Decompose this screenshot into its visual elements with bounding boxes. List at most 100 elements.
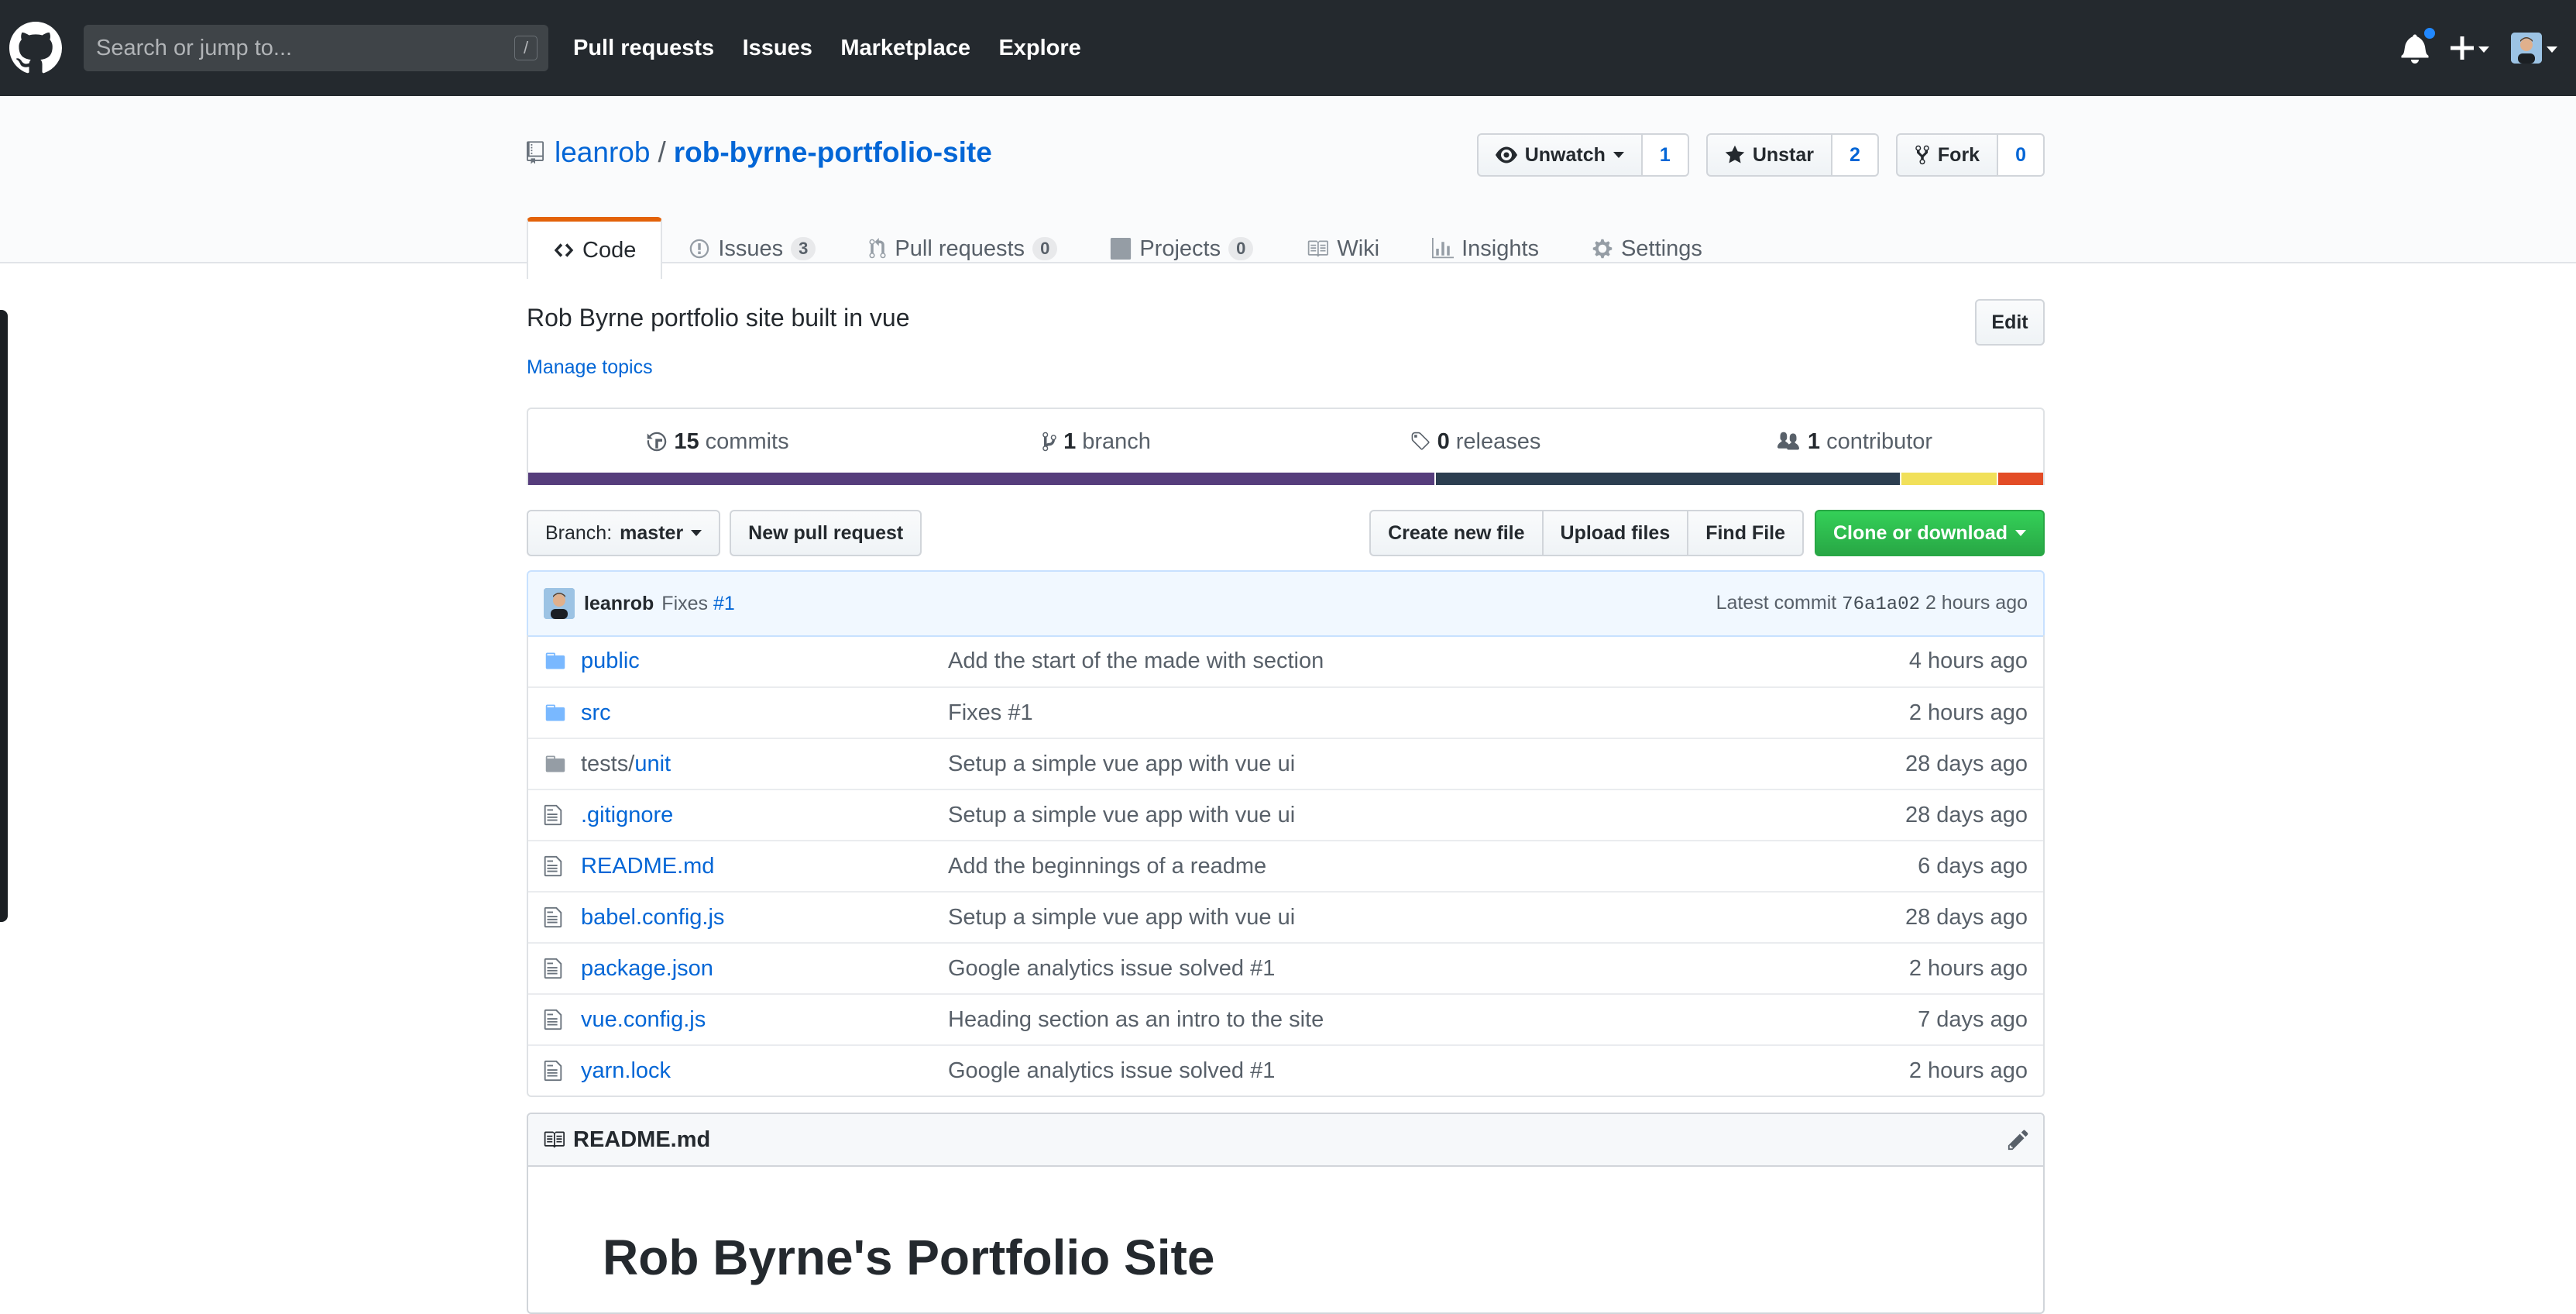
file-commit-message[interactable]: Add the start of the made with section: [948, 648, 1909, 674]
nav-pull-requests[interactable]: Pull requests: [573, 36, 714, 60]
file-name-link[interactable]: vue.config.js: [581, 1007, 706, 1032]
file-commit-message[interactable]: Fixes #1: [948, 700, 1909, 726]
tab-insights[interactable]: Insights: [1406, 217, 1565, 279]
code-icon: [554, 243, 574, 257]
user-menu[interactable]: [2511, 33, 2557, 64]
file-name-link[interactable]: unit: [634, 752, 671, 776]
file-commit-message[interactable]: Google analytics issue solved #1: [948, 1058, 1909, 1084]
edit-description-button[interactable]: Edit: [1975, 299, 2045, 346]
file-name-link[interactable]: .gitignore: [581, 803, 673, 827]
pull-request-icon: [869, 238, 886, 259]
forks-count[interactable]: 0: [1998, 133, 2045, 177]
file-name-link[interactable]: public: [581, 648, 640, 673]
avatar[interactable]: [544, 588, 575, 619]
file-commit-message[interactable]: Setup a simple vue app with vue ui: [948, 803, 1905, 828]
file-name-link[interactable]: README.md: [581, 854, 714, 879]
file-commit-message[interactable]: Heading section as an intro to the site: [948, 1007, 1918, 1033]
file-commit-age: 28 days ago: [1905, 802, 2028, 827]
commits-label: commits: [705, 428, 789, 454]
file-list: public Add the start of the made with sec…: [527, 635, 2045, 1097]
file-type-icon: [544, 650, 568, 672]
file-icon: [544, 855, 562, 877]
pencil-icon[interactable]: [2008, 1128, 2029, 1151]
watchers-count[interactable]: 1: [1642, 133, 1689, 177]
find-file-button[interactable]: Find File: [1687, 510, 1804, 556]
tab-wiki[interactable]: Wiki: [1279, 217, 1406, 279]
history-icon: [647, 432, 667, 452]
file-name-cell: tests/unit: [581, 752, 948, 777]
tab-label: Projects: [1139, 236, 1221, 261]
file-name-link[interactable]: yarn.lock: [581, 1058, 671, 1083]
create-new-file-button[interactable]: Create new file: [1369, 510, 1544, 556]
releases-link[interactable]: 0 releases: [1286, 429, 1664, 455]
file-name-cell: package.json: [581, 956, 948, 982]
branch-select-button[interactable]: Branch: master: [527, 510, 721, 556]
language-segment[interactable]: [1436, 473, 1900, 485]
file-commit-message[interactable]: Setup a simple vue app with vue ui: [948, 905, 1905, 930]
file-name-cell: vue.config.js: [581, 1007, 948, 1033]
repo-name-link[interactable]: rob-byrne-portfolio-site: [674, 136, 992, 169]
language-bar[interactable]: [528, 473, 2044, 485]
tab-label: Settings: [1621, 236, 1702, 261]
nav-marketplace[interactable]: Marketplace: [840, 36, 970, 60]
file-row: README.md Add the beginnings of a readme 6…: [528, 840, 2043, 891]
pull-requests-count-badge: 0: [1032, 237, 1058, 260]
project-icon: [1111, 238, 1132, 260]
book-icon: [1308, 240, 1329, 257]
gear-icon: [1592, 239, 1613, 259]
language-segment[interactable]: [528, 473, 1435, 485]
star-group: Unstar 2: [1705, 133, 1879, 177]
latest-commit-label: Latest commit: [1716, 592, 1837, 614]
commits-link[interactable]: 15 commits: [528, 429, 907, 455]
unstar-button[interactable]: Unstar: [1705, 133, 1832, 177]
plus-icon: [2451, 36, 2474, 60]
notifications-bell-icon[interactable]: [2401, 26, 2437, 64]
file-commit-age: 2 hours ago: [1908, 1058, 2028, 1083]
github-logo-icon[interactable]: [9, 22, 62, 74]
repo-icon: [527, 141, 544, 164]
tab-pull-requests[interactable]: Pull requests 0: [842, 217, 1084, 279]
file-name-link[interactable]: package.json: [581, 956, 713, 981]
language-segment[interactable]: [1901, 473, 1997, 485]
path-separator: /: [658, 136, 666, 168]
nav-issues[interactable]: Issues: [743, 36, 812, 60]
upload-files-button[interactable]: Upload files: [1541, 510, 1689, 556]
clone-or-download-button[interactable]: Clone or download: [1815, 510, 2045, 556]
branches-count: 1: [1063, 428, 1077, 454]
clone-label: Clone or download: [1833, 521, 2008, 544]
branches-link[interactable]: 1 branch: [907, 429, 1286, 455]
file-name-link[interactable]: babel.config.js: [581, 905, 724, 930]
commit-sha-link[interactable]: 76a1a02: [1842, 594, 1920, 615]
global-nav: Pull requests Issues Marketplace Explore: [573, 36, 1106, 61]
contributors-link[interactable]: 1 contributor: [1664, 429, 2043, 455]
manage-topics-link[interactable]: Manage topics: [527, 356, 653, 379]
upload-files-label: Upload files: [1560, 521, 1671, 544]
unwatch-label: Unwatch: [1524, 143, 1606, 166]
unwatch-button[interactable]: Unwatch: [1476, 133, 1643, 177]
fork-button[interactable]: Fork: [1895, 133, 1999, 177]
tab-projects[interactable]: Projects 0: [1084, 217, 1279, 279]
language-segment[interactable]: [1997, 473, 2044, 485]
search-input[interactable]: [96, 35, 468, 61]
new-pull-request-button[interactable]: New pull request: [730, 510, 922, 556]
file-commit-message[interactable]: Google analytics issue solved #1: [948, 956, 1909, 982]
search-box[interactable]: /: [84, 25, 548, 71]
tab-issues[interactable]: Issues 3: [662, 217, 842, 279]
file-row: src Fixes #1 2 hours ago: [528, 686, 2043, 738]
commit-issue-link[interactable]: #1: [713, 593, 735, 615]
stargazers-count[interactable]: 2: [1832, 133, 1879, 177]
tab-code[interactable]: Code: [527, 217, 663, 279]
commit-message[interactable]: Fixes: [661, 593, 708, 615]
file-name-link[interactable]: src: [581, 700, 611, 725]
file-navigation: Branch: master New pull request Create n…: [527, 510, 2045, 556]
commit-author-link[interactable]: leanrob: [584, 593, 654, 615]
create-new-menu[interactable]: [2451, 36, 2489, 60]
repo-owner-link[interactable]: leanrob: [555, 136, 650, 169]
nav-explore[interactable]: Explore: [998, 36, 1080, 60]
file-actions-group: Create new file Upload files Find File: [1369, 510, 1804, 556]
file-commit-message[interactable]: Setup a simple vue app with vue ui: [948, 752, 1905, 777]
current-branch: master: [620, 521, 684, 544]
file-commit-message[interactable]: Add the beginnings of a readme: [948, 854, 1918, 879]
tab-settings[interactable]: Settings: [1565, 217, 1729, 279]
numbers-summary: 15 commits 1 branch 0 releases 1 contrib…: [527, 408, 2045, 485]
